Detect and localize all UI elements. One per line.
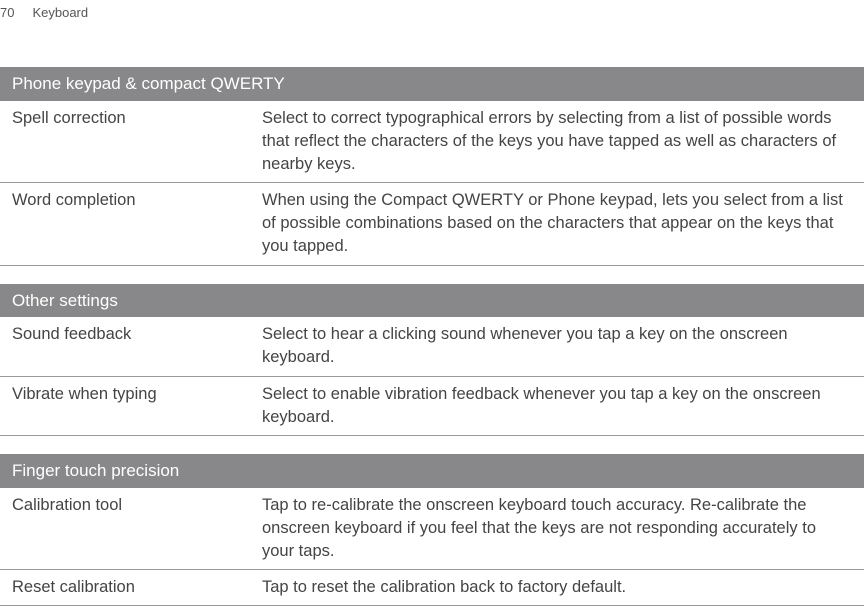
row-label: Word completion bbox=[12, 189, 262, 258]
page-title: Keyboard bbox=[32, 4, 88, 22]
row-label: Vibrate when typing bbox=[12, 383, 262, 429]
section-header: Phone keypad & compact QWERTY bbox=[0, 67, 864, 101]
row-label: Reset calibration bbox=[12, 576, 262, 599]
row-desc: Tap to reset the calibration back to fac… bbox=[262, 576, 852, 599]
section-phone-keypad: Phone keypad & compact QWERTY Spell corr… bbox=[0, 67, 864, 265]
table-row: Sound feedback Select to hear a clicking… bbox=[0, 317, 864, 376]
table-row: Calibration tool Tap to re-calibrate the… bbox=[0, 488, 864, 570]
row-desc: Tap to re-calibrate the onscreen keyboar… bbox=[262, 494, 852, 563]
row-label: Sound feedback bbox=[12, 323, 262, 369]
section-finger-touch: Finger touch precision Calibration tool … bbox=[0, 454, 864, 606]
row-desc: Select to hear a clicking sound whenever… bbox=[262, 323, 852, 369]
row-desc: When using the Compact QWERTY or Phone k… bbox=[262, 189, 852, 258]
section-other-settings: Other settings Sound feedback Select to … bbox=[0, 284, 864, 436]
section-header: Finger touch precision bbox=[0, 454, 864, 488]
row-desc: Select to enable vibration feedback when… bbox=[262, 383, 852, 429]
section-header: Other settings bbox=[0, 284, 864, 318]
row-desc: Select to correct typographical errors b… bbox=[262, 107, 852, 176]
table-row: Vibrate when typing Select to enable vib… bbox=[0, 377, 864, 436]
page-header: 70 Keyboard bbox=[0, 0, 864, 22]
table-row: Reset calibration Tap to reset the calib… bbox=[0, 570, 864, 606]
row-label: Spell correction bbox=[12, 107, 262, 176]
page-number: 70 bbox=[0, 4, 14, 22]
row-label: Calibration tool bbox=[12, 494, 262, 563]
table-row: Spell correction Select to correct typog… bbox=[0, 101, 864, 183]
table-row: Word completion When using the Compact Q… bbox=[0, 183, 864, 265]
